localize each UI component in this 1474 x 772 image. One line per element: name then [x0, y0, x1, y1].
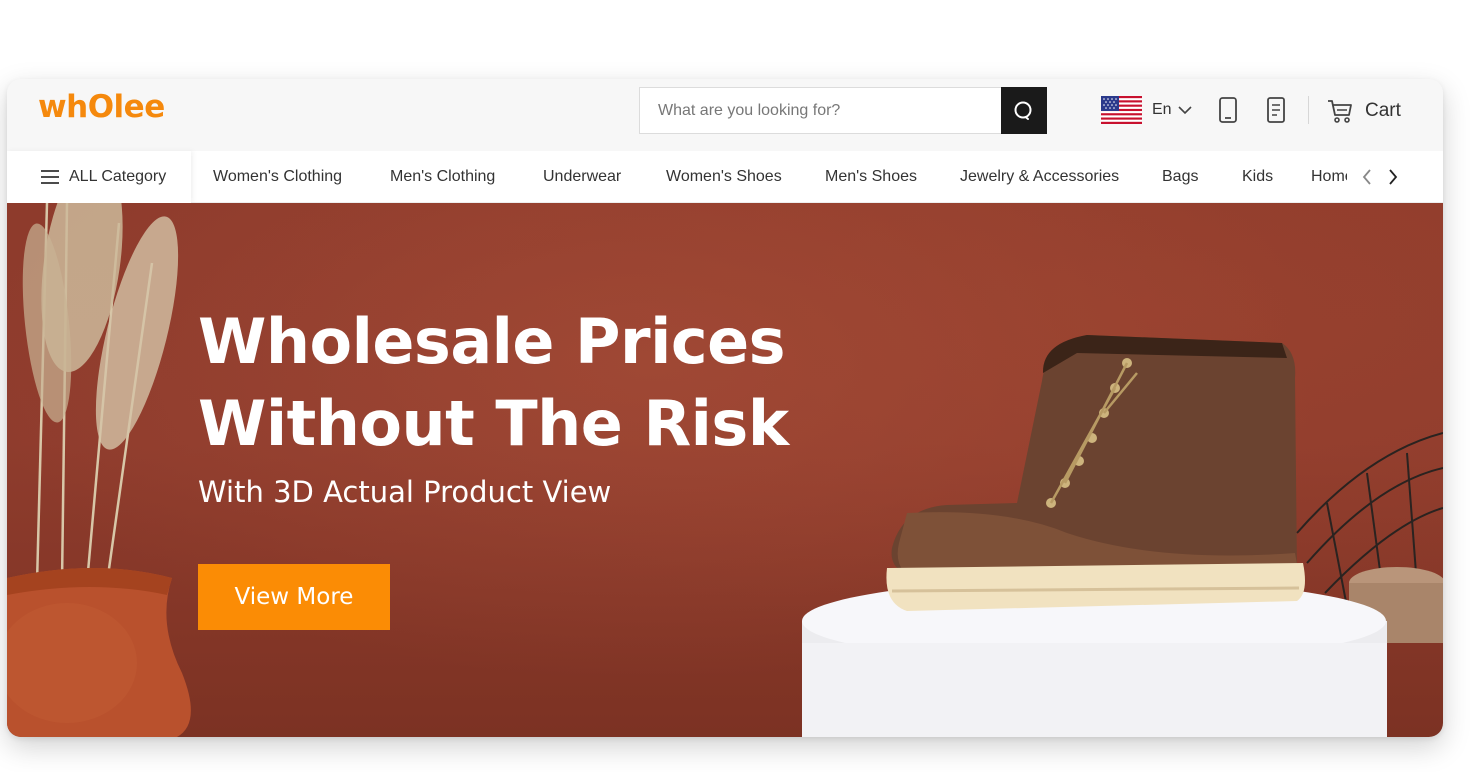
cart-icon: [1328, 100, 1352, 123]
view-more-button[interactable]: View More: [198, 564, 390, 630]
browser-page: whOlee What are you looking for? En Cart…: [7, 79, 1443, 737]
chevron-left-icon: [1362, 169, 1371, 185]
brand-logo[interactable]: whOlee: [38, 89, 165, 125]
hero-title-line-2: Without The Risk: [198, 387, 789, 460]
us-flag-icon: [1101, 96, 1142, 124]
order-list-icon: [1267, 97, 1285, 123]
orders-button[interactable]: [1264, 95, 1288, 125]
nav-item-bags[interactable]: Bags: [1162, 151, 1198, 203]
site-header: whOlee What are you looking for? En Cart: [7, 79, 1443, 151]
nav-prev-button[interactable]: [1356, 165, 1378, 189]
cart-button[interactable]: Cart: [1327, 95, 1401, 127]
category-nav: ALL Category Women's Clothing Men's Clot…: [7, 151, 1443, 203]
nav-item-jewelry-accessories[interactable]: Jewelry & Accessories: [960, 151, 1119, 203]
nav-item-kids[interactable]: Kids: [1242, 151, 1273, 203]
hero-title: Wholesale Prices Without The Risk: [198, 301, 789, 465]
nav-item-mens-shoes[interactable]: Men's Shoes: [825, 151, 917, 203]
language-label: En: [1152, 101, 1172, 118]
mobile-app-button[interactable]: [1216, 95, 1240, 125]
search-icon: [1014, 101, 1032, 120]
hero-background-art: [7, 203, 1443, 737]
hero-title-line-1: Wholesale Prices: [198, 305, 786, 378]
hamburger-menu-icon: [41, 170, 59, 184]
nav-item-womens-shoes[interactable]: Women's Shoes: [666, 151, 782, 203]
chevron-right-icon: [1389, 169, 1398, 185]
mobile-phone-icon: [1219, 97, 1237, 123]
language-selector[interactable]: En: [1101, 95, 1192, 125]
search-bar: [639, 87, 1047, 134]
nav-overflow-clip: Home: [1307, 151, 1347, 203]
cart-label: Cart: [1365, 100, 1401, 121]
nav-item-womens-clothing[interactable]: Women's Clothing: [213, 151, 342, 203]
nav-next-button[interactable]: [1382, 165, 1404, 189]
nav-item-underwear[interactable]: Underwear: [543, 151, 621, 203]
nav-item-mens-clothing[interactable]: Men's Clothing: [390, 151, 495, 203]
all-category-label: ALL Category: [69, 168, 167, 185]
header-divider: [1308, 96, 1309, 124]
nav-item-home[interactable]: Home: [1311, 151, 1347, 203]
hero-banner: Wholesale Prices Without The Risk With 3…: [7, 203, 1443, 737]
search-input[interactable]: [640, 88, 1002, 133]
all-category-button[interactable]: ALL Category: [7, 151, 191, 203]
search-button[interactable]: [1001, 87, 1047, 134]
chevron-down-icon: [1178, 106, 1192, 115]
hero-subtitle: With 3D Actual Product View: [198, 475, 612, 509]
